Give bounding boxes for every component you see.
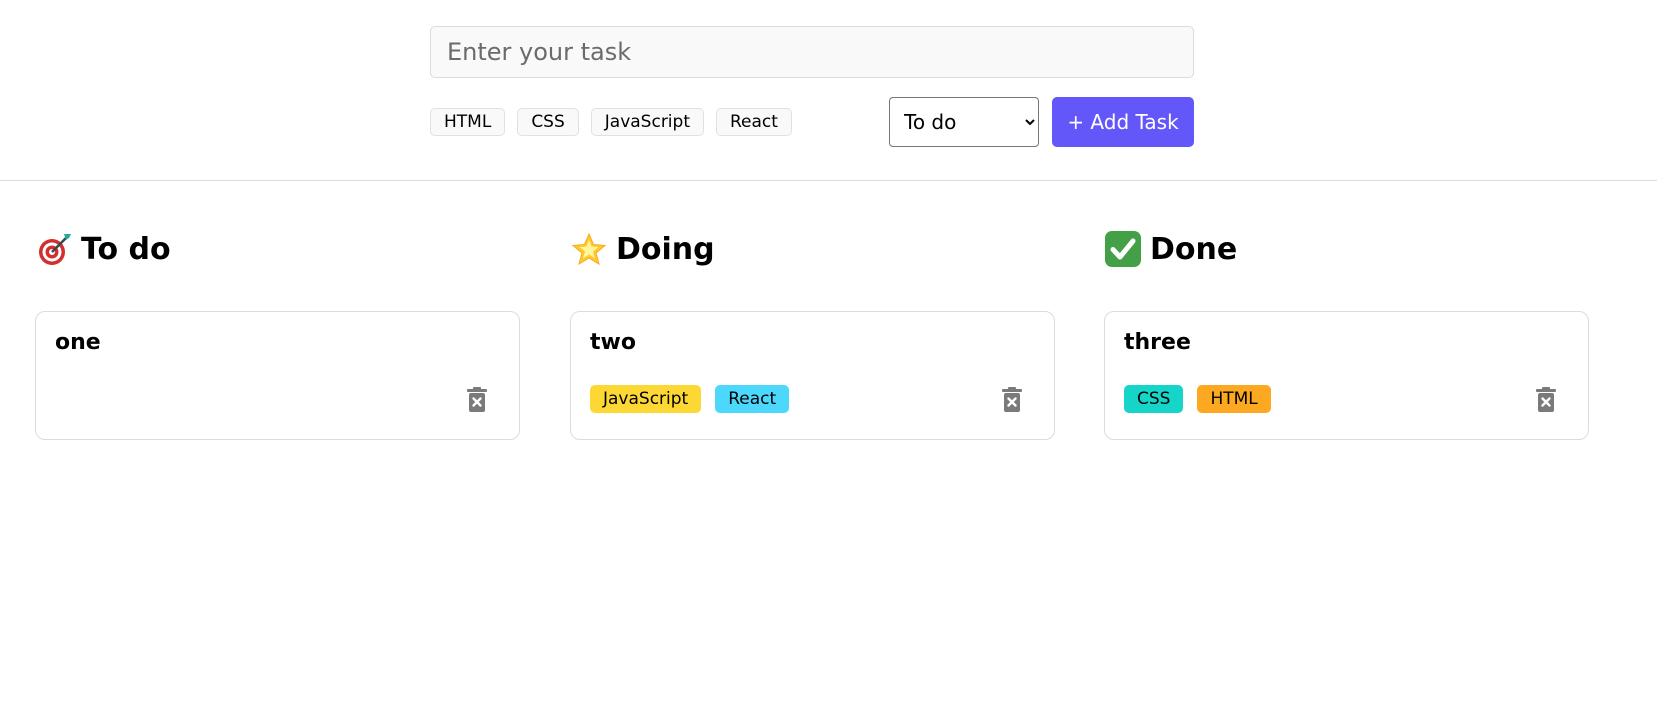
task-card-title: one (55, 330, 101, 355)
tag-selector: HTML CSS JavaScript React (430, 108, 792, 136)
column-title: Doing (616, 231, 715, 267)
column-heading: To do (35, 228, 520, 270)
task-form-header: HTML CSS JavaScript React To do + Add Ta… (0, 0, 1657, 181)
delete-task-icon[interactable] (1534, 386, 1558, 414)
tag-button-react[interactable]: React (715, 108, 792, 136)
add-task-button[interactable]: + Add Task (1052, 97, 1194, 147)
task-card: one (35, 311, 520, 440)
tag-chip-react: React (715, 385, 790, 413)
column-done: Done three CSS HTML (1104, 228, 1589, 440)
tag-button-html[interactable]: HTML (430, 108, 506, 136)
task-card-title: two (590, 330, 636, 355)
task-card-title: three (1124, 330, 1191, 355)
tag-button-css[interactable]: CSS (517, 108, 579, 136)
column-title: To do (81, 231, 171, 267)
column-todo: To do one (35, 228, 520, 440)
delete-task-icon[interactable] (1000, 386, 1024, 414)
column-doing: Doing two JavaScript React (570, 228, 1055, 440)
task-input[interactable] (430, 26, 1194, 78)
delete-task-icon[interactable] (465, 386, 489, 414)
status-select[interactable]: To do (889, 97, 1039, 147)
glowing-star-icon (570, 230, 608, 268)
task-card: three CSS HTML (1104, 311, 1589, 440)
task-card-tags: CSS HTML (1124, 385, 1271, 413)
task-card-tags: JavaScript React (590, 385, 790, 413)
tag-chip-javascript: JavaScript (590, 385, 702, 413)
check-mark-button-icon (1104, 230, 1142, 268)
column-heading: Doing (570, 228, 1055, 270)
tag-button-javascript[interactable]: JavaScript (590, 108, 704, 136)
column-title: Done (1150, 231, 1238, 267)
column-heading: Done (1104, 228, 1589, 270)
tag-chip-html: HTML (1197, 385, 1271, 413)
tag-chip-css: CSS (1124, 385, 1184, 413)
task-card: two JavaScript React (570, 311, 1055, 440)
target-dart-icon (35, 230, 73, 268)
